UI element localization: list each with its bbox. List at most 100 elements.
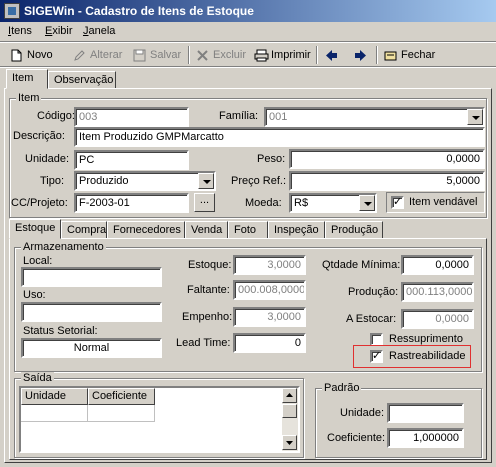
peso-field[interactable]: 0,0000 [289,149,485,169]
unidade-label: Unidade: [25,153,70,165]
toolbar-separator [316,46,318,64]
tab-venda[interactable]: Venda [185,221,228,239]
delete-icon [196,49,209,62]
grid-header-unidade[interactable]: Unidade [21,388,88,405]
novo-label: Novo [27,49,53,61]
item-vendavel-label[interactable]: Item vendável [409,196,477,208]
window-title: SIGEWin - Cadastro de Itens de Estoque [24,4,254,18]
tipo-label: Tipo: [40,175,65,187]
tab-foto[interactable]: Foto [228,221,268,239]
rastreabilidade-checkbox[interactable] [370,349,383,363]
tab-inspecao[interactable]: Inspeção [268,221,325,239]
fechar-button[interactable]: Fechar [384,44,435,66]
new-document-icon [10,49,23,62]
armazenamento-title: Armazenamento [21,241,106,253]
imprimir-label: Imprimir [271,49,311,61]
rastreabilidade-label[interactable]: Rastreabilidade [389,350,465,362]
padrao-coeficiente-field[interactable]: 1,000000 [387,428,464,448]
printer-icon [254,49,269,62]
local-field[interactable] [21,267,162,287]
descricao-label: Descrição: [13,130,65,142]
uso-field[interactable] [21,302,162,322]
tab-producao[interactable]: Produção [325,221,383,239]
novo-button[interactable]: Novo [10,44,53,66]
status-setorial-field: Normal [21,338,162,358]
tab-item[interactable]: Item [6,69,48,89]
qtdade-minima-label: Qtdade Mínima: [322,259,401,271]
toolbar-separator-line [0,66,496,68]
tab-fornecedores[interactable]: Fornecedores [107,221,185,239]
padrao-coeficiente-label: Coeficiente: [327,432,386,444]
arrow-right-icon [354,49,367,62]
salvar-button[interactable]: Salvar [133,44,181,66]
padrao-unidade-label: Unidade: [340,407,385,419]
tab-compra[interactable]: Compra [61,221,107,239]
toolbar: Novo Alterar Salvar Excluir Imprimir Fec… [0,44,496,66]
imprimir-button[interactable]: Imprimir [254,44,311,66]
salvar-label: Salvar [150,49,182,61]
fechar-label: Fechar [401,49,436,61]
menu-exibir[interactable]: Exibir [45,25,73,37]
faltante-label: Faltante: [187,284,230,296]
cc-projeto-field[interactable]: F-2003-01 [74,193,189,213]
menu-janela[interactable]: Janela [83,25,115,37]
estoque-panel: Armazenamento Local: Uso: Status Setoria… [9,238,487,460]
title-bar[interactable]: SIGEWin - Cadastro de Itens de Estoque [0,0,496,22]
saida-title: Saída [21,372,54,384]
status-setorial-label: Status Setorial: [23,325,98,337]
alterar-label: Alterar [90,49,123,61]
lead-time-label: Lead Time: [176,337,231,349]
excluir-label: Excluir [213,49,247,61]
next-button[interactable] [354,44,367,66]
familia-value: 001 [269,111,288,123]
a-estocar-field: 0,0000 [401,309,474,329]
menu-bar: Itens Exibir Janela [0,22,496,41]
alterar-button[interactable]: Alterar [73,44,122,66]
menu-separator [0,41,496,43]
tab-observacao[interactable]: Observação [48,71,116,89]
preco-label: Preço Ref.: [231,175,287,187]
lead-time-field[interactable]: 0 [233,333,306,353]
estoque-label: Estoque: [188,259,232,271]
qtdade-minima-field[interactable]: 0,0000 [401,255,474,275]
scroll-thumb[interactable] [282,404,297,418]
chevron-down-icon[interactable] [467,109,483,125]
tipo-combo[interactable]: Produzido [74,171,216,191]
producao-field: 000.113,0000 [401,282,474,302]
descricao-field[interactable]: Item Produzido GMPMarcatto [74,127,485,147]
item-panel: Item Código: 003 Família: 001 Descrição:… [4,88,492,463]
ressuprimento-label[interactable]: Ressuprimento [389,333,463,345]
empenho-label: Empenho: [182,311,233,323]
familia-combo[interactable]: 001 [264,107,485,127]
chevron-down-icon[interactable] [359,195,375,211]
app-icon [4,3,20,19]
item-group-title: Item [16,92,42,104]
menu-itens[interactable]: Itens [8,25,32,37]
chevron-down-icon[interactable] [198,173,214,189]
grid-cell[interactable] [88,405,155,422]
tipo-value: Produzido [79,175,129,187]
excluir-button[interactable]: Excluir [196,44,246,66]
codigo-field[interactable]: 003 [74,107,189,127]
save-icon [133,49,146,62]
grid-cell[interactable] [21,405,88,422]
cc-projeto-lookup-button[interactable]: ... [194,193,215,212]
preco-field[interactable]: 5,0000 [289,171,485,191]
padrao-unidade-field[interactable] [387,403,464,423]
unidade-field[interactable]: PC [74,150,189,170]
a-estocar-label: A Estocar: [346,313,397,325]
edit-icon [73,49,86,62]
previous-button[interactable] [325,44,338,66]
scroll-down-icon[interactable] [282,435,297,450]
local-label: Local: [23,255,53,267]
arrow-left-icon [325,49,338,62]
padrao-title: Padrão [322,382,362,394]
saida-grid[interactable]: Unidade Coeficiente [19,386,300,453]
item-vendavel-checkbox[interactable] [391,195,404,209]
tab-estoque[interactable]: Estoque [9,219,61,239]
saida-scrollbar[interactable] [282,388,298,451]
grid-header-coeficiente[interactable]: Coeficiente [88,388,155,405]
moeda-combo[interactable]: R$ [289,193,377,213]
estoque-field: 3,0000 [233,255,306,275]
scroll-up-icon[interactable] [282,388,297,403]
